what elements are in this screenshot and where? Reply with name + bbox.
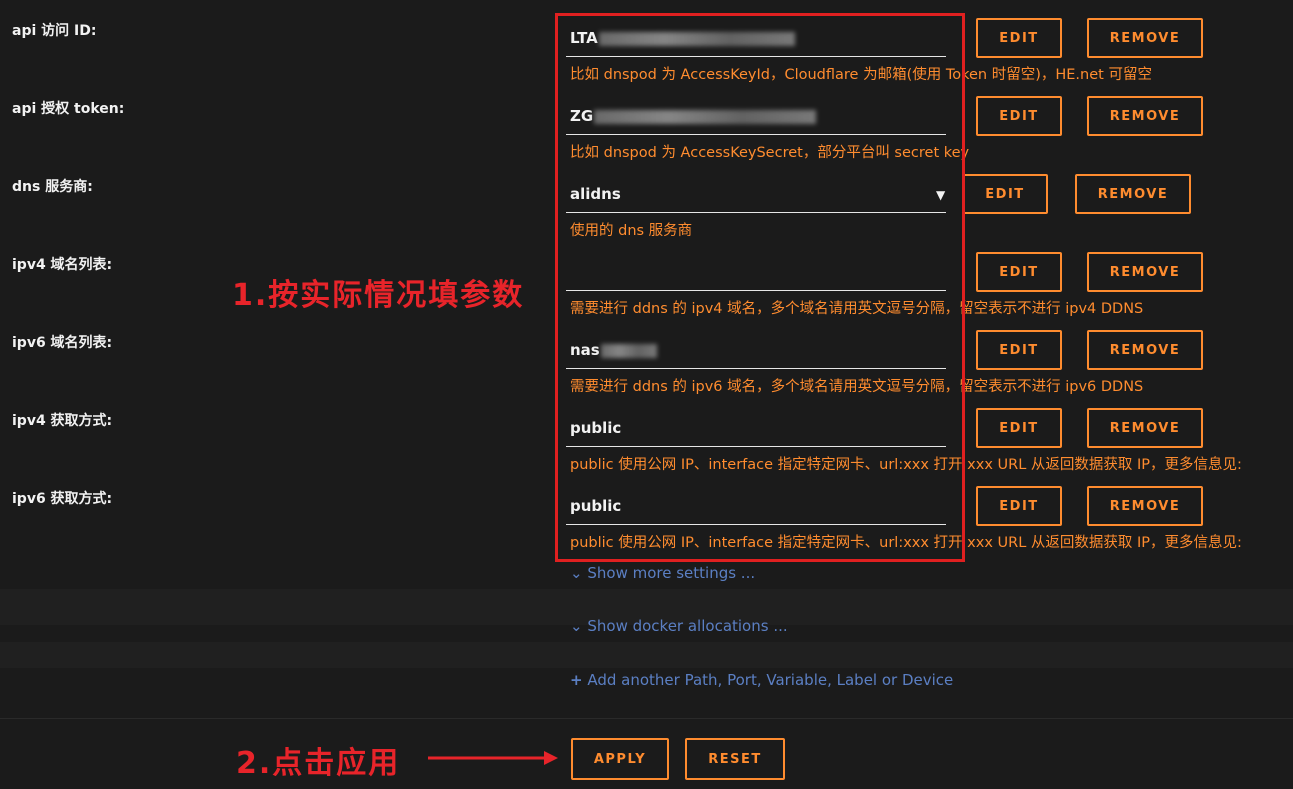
annotation-step2: 2.点击应用 — [236, 746, 401, 781]
arrow-right-icon — [428, 751, 558, 765]
chevron-down-icon: ⌄ — [570, 617, 583, 635]
field-label-ipv6-domains: ipv6 域名列表: — [12, 335, 113, 351]
field-label-ipv6-method: ipv6 获取方式: — [12, 491, 113, 507]
edit-button[interactable]: EDIT — [976, 18, 1062, 58]
field-label-dns-provider: dns 服务商: — [12, 179, 93, 195]
field-label-api-token: api 授权 token: — [12, 101, 125, 117]
add-another-link[interactable]: + Add another Path, Port, Variable, Labe… — [570, 671, 953, 689]
show-docker-allocations-link[interactable]: ⌄ Show docker allocations ... — [570, 617, 788, 635]
reset-button[interactable]: RESET — [685, 738, 785, 780]
section-band — [0, 642, 1293, 668]
annotation-step1: 1.按实际情况填参数 — [232, 278, 525, 313]
annotation-highlight-box — [555, 13, 965, 562]
apply-button[interactable]: APPLY — [571, 738, 669, 780]
field-label-api-id: api 访问 ID: — [12, 23, 97, 39]
remove-button[interactable]: REMOVE — [1087, 330, 1203, 370]
show-docker-allocations-label: Show docker allocations ... — [587, 617, 788, 635]
edit-button[interactable]: EDIT — [976, 330, 1062, 370]
remove-button[interactable]: REMOVE — [1087, 408, 1203, 448]
add-another-label: Add another Path, Port, Variable, Label … — [587, 671, 954, 689]
remove-button[interactable]: REMOVE — [1087, 96, 1203, 136]
field-label-ipv4-method: ipv4 获取方式: — [12, 413, 113, 429]
plus-icon: + — [570, 671, 583, 689]
edit-button[interactable]: EDIT — [962, 174, 1048, 214]
show-more-settings-link[interactable]: ⌄ Show more settings ... — [570, 564, 755, 582]
divider — [0, 718, 1293, 719]
remove-button[interactable]: REMOVE — [1075, 174, 1191, 214]
edit-button[interactable]: EDIT — [976, 408, 1062, 448]
remove-button[interactable]: REMOVE — [1087, 18, 1203, 58]
remove-button[interactable]: REMOVE — [1087, 486, 1203, 526]
field-label-ipv4-domains: ipv4 域名列表: — [12, 257, 113, 273]
edit-button[interactable]: EDIT — [976, 486, 1062, 526]
edit-button[interactable]: EDIT — [976, 252, 1062, 292]
remove-button[interactable]: REMOVE — [1087, 252, 1203, 292]
chevron-down-icon: ⌄ — [570, 564, 583, 582]
show-more-settings-label: Show more settings ... — [587, 564, 756, 582]
edit-button[interactable]: EDIT — [976, 96, 1062, 136]
